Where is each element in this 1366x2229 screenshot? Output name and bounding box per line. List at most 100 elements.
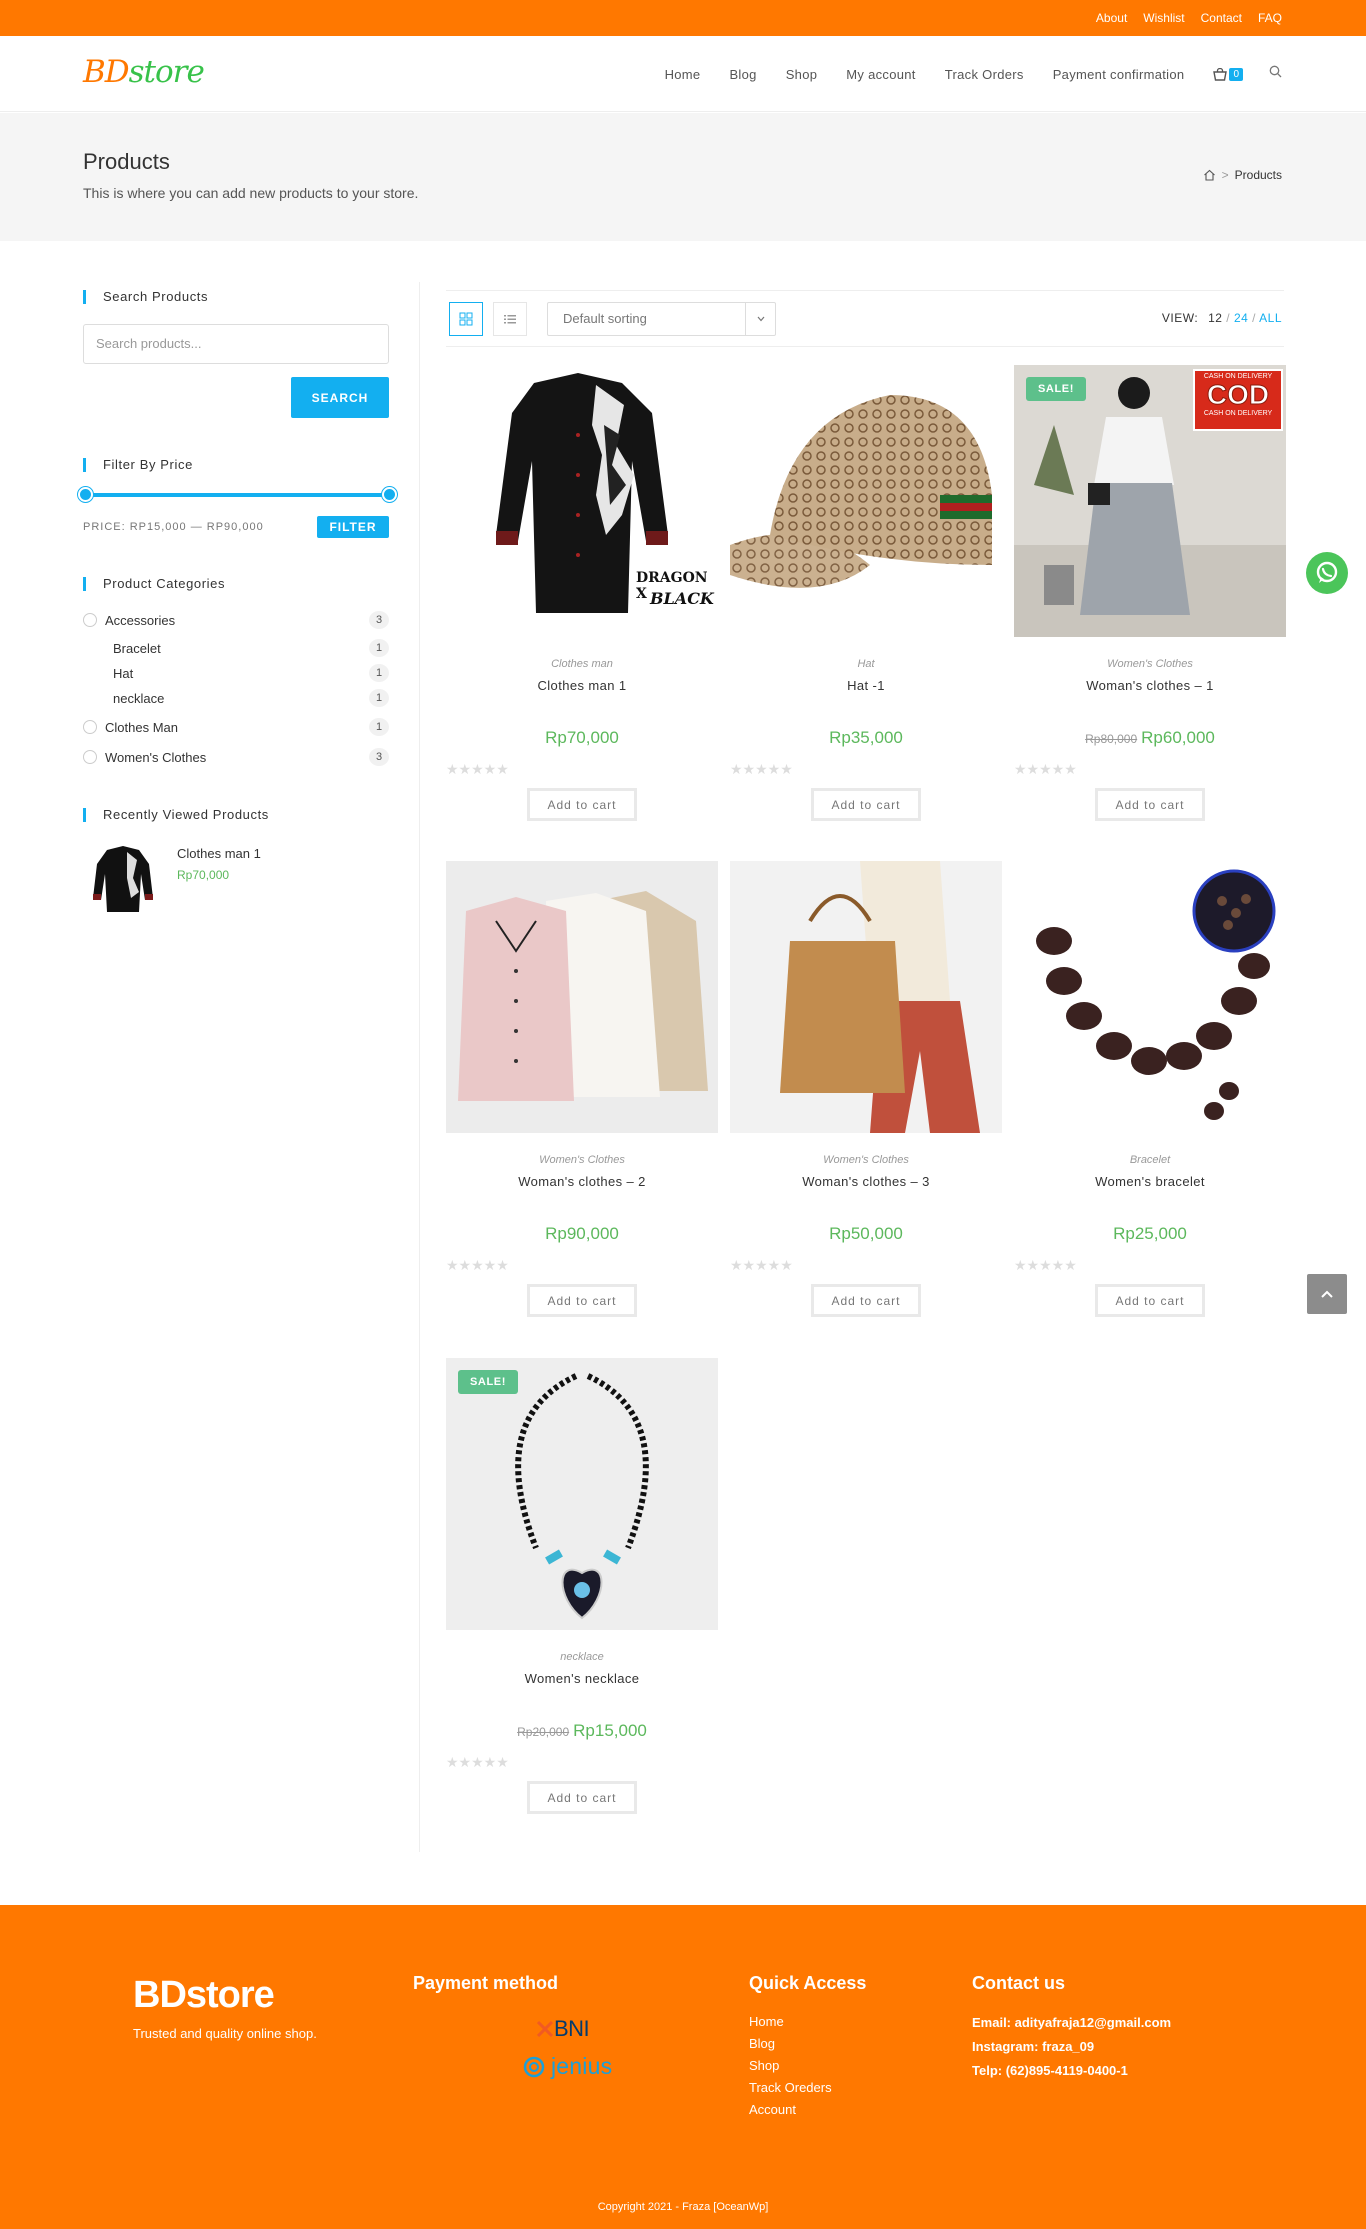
chevron-up-icon (1321, 1290, 1333, 1298)
view-12-option[interactable]: 12 (1208, 311, 1222, 325)
current-price: Rp60,000 (1141, 728, 1215, 747)
product-price: Rp25,000 (1014, 1224, 1286, 1244)
cart-button[interactable]: 0 (1213, 67, 1243, 81)
top-link-faq[interactable]: FAQ (1258, 11, 1282, 25)
product-category[interactable]: Women's Clothes (730, 1154, 1002, 1166)
current-price: Rp25,000 (1113, 1224, 1187, 1243)
view-24-option[interactable]: 24 (1234, 311, 1248, 325)
product-image[interactable]: CASH ON DELIVERY COD CASH ON DELIVERY SA… (1014, 365, 1286, 637)
sale-badge: SALE! (1026, 377, 1086, 401)
category-label: Hat (113, 665, 134, 681)
price-slider-max-handle[interactable] (382, 487, 397, 502)
necklace-image (446, 1358, 718, 1630)
site-logo[interactable]: BDstore (83, 54, 205, 90)
add-to-cart-button[interactable]: Add to cart (1095, 1284, 1205, 1317)
blouses-image (446, 861, 718, 1133)
sale-badge: SALE! (458, 1370, 518, 1394)
home-icon[interactable] (1203, 169, 1216, 181)
product-image[interactable]: SALE! (446, 1358, 718, 1630)
grid-view-icon (459, 312, 473, 326)
nav-track-orders[interactable]: Track Orders (945, 67, 1024, 82)
toolbar-border-top (446, 290, 1284, 291)
current-price: Rp90,000 (545, 1224, 619, 1243)
footer-logo[interactable]: BDstore (133, 1974, 275, 2017)
add-to-cart-button[interactable]: Add to cart (811, 788, 921, 821)
nav-blog[interactable]: Blog (729, 67, 756, 82)
footer-quick-links: Home Blog Shop Track Oreders Account (749, 2011, 832, 2121)
product-card: Hat Hat -1 Rp35,000 ★★★★★ Add to cart (730, 365, 1002, 821)
add-to-cart-button[interactable]: Add to cart (811, 1284, 921, 1317)
product-name[interactable]: Woman's clothes – 2 (446, 1174, 718, 1189)
image-caption-black: BLACK (650, 589, 714, 608)
back-to-top-button[interactable] (1307, 1274, 1347, 1314)
price-slider-min-handle[interactable] (78, 487, 93, 502)
product-name[interactable]: Woman's clothes – 3 (730, 1174, 1002, 1189)
footer-link-home[interactable]: Home (749, 2011, 832, 2033)
product-category[interactable]: necklace (446, 1651, 718, 1663)
cod-badge-main: COD (1206, 379, 1270, 410)
recent-product-name[interactable]: Clothes man 1 (177, 846, 261, 861)
nav-my-account[interactable]: My account (846, 67, 915, 82)
cart-icon (1213, 67, 1228, 81)
search-products-input[interactable]: Search products... (83, 324, 389, 364)
top-link-about[interactable]: About (1096, 11, 1127, 25)
product-name[interactable]: Clothes man 1 (446, 678, 718, 693)
list-view-button[interactable] (493, 302, 527, 336)
jenius-logo: jenius (522, 2053, 612, 2080)
product-category[interactable]: Women's Clothes (1014, 658, 1286, 670)
product-category[interactable]: Women's Clothes (446, 1154, 718, 1166)
nav-payment-confirmation[interactable]: Payment confirmation (1053, 67, 1185, 82)
product-category[interactable]: Clothes man (446, 658, 718, 670)
product-image[interactable] (730, 861, 1002, 1133)
category-item-accessories[interactable]: Accessories 3 (83, 609, 389, 631)
add-to-cart-button[interactable]: Add to cart (527, 1284, 637, 1317)
footer-link-shop[interactable]: Shop (749, 2055, 832, 2077)
filter-button[interactable]: FILTER (317, 516, 389, 538)
breadcrumb-separator-icon: > (1221, 168, 1229, 182)
category-item-bracelet[interactable]: Bracelet 1 (83, 637, 389, 659)
top-link-contact[interactable]: Contact (1201, 11, 1242, 25)
logo-part-store: store (128, 54, 205, 90)
footer-link-blog[interactable]: Blog (749, 2033, 832, 2055)
product-image[interactable]: DRAGON X BLACK (446, 365, 718, 637)
product-name[interactable]: Woman's clothes – 1 (1014, 678, 1286, 693)
view-all-option[interactable]: ALL (1259, 311, 1282, 325)
search-button[interactable]: SEARCH (291, 377, 389, 418)
product-category[interactable]: Hat (730, 658, 1002, 670)
footer-link-account[interactable]: Account (749, 2099, 832, 2121)
product-name[interactable]: Women's bracelet (1014, 1174, 1286, 1189)
top-link-wishlist[interactable]: Wishlist (1143, 11, 1184, 25)
add-to-cart-button[interactable]: Add to cart (527, 788, 637, 821)
nav-home[interactable]: Home (665, 67, 701, 82)
category-item-clothes-man[interactable]: Clothes Man 1 (83, 716, 389, 738)
whatsapp-button[interactable] (1306, 552, 1348, 594)
category-item-womens-clothes[interactable]: Women's Clothes 3 (83, 746, 389, 768)
nav-shop[interactable]: Shop (786, 67, 818, 82)
star-rating-icon: ★★★★★ (446, 1258, 509, 1273)
footer-contact-info: Email: adityafraja12@gmail.com Instagram… (972, 2011, 1171, 2083)
category-item-necklace[interactable]: necklace 1 (83, 687, 389, 709)
footer-link-track-orders[interactable]: Track Oreders (749, 2077, 832, 2099)
product-image[interactable] (730, 365, 1002, 637)
logo-part-bd: BD (83, 54, 130, 90)
category-label: Bracelet (113, 640, 161, 656)
product-image[interactable] (1014, 861, 1286, 1133)
category-count: 3 (369, 748, 389, 766)
product-image[interactable] (446, 861, 718, 1133)
sort-dropdown[interactable]: Default sorting (547, 302, 776, 336)
category-item-hat[interactable]: Hat 1 (83, 662, 389, 684)
widget-title-categories: Product Categories (83, 577, 225, 591)
price-range-label: PRICE: RP15,000 — RP90,000 (83, 521, 264, 533)
current-price: Rp70,000 (545, 728, 619, 747)
product-name[interactable]: Hat -1 (730, 678, 1002, 693)
grid-view-button[interactable] (449, 302, 483, 336)
product-name[interactable]: Women's necklace (446, 1671, 718, 1686)
add-to-cart-button[interactable]: Add to cart (527, 1781, 637, 1814)
recent-product-thumbnail[interactable] (83, 838, 163, 918)
tote-bag-image (730, 861, 1002, 1133)
add-to-cart-button[interactable]: Add to cart (1095, 788, 1205, 821)
product-card: CASH ON DELIVERY COD CASH ON DELIVERY SA… (1014, 365, 1286, 821)
price-slider-track[interactable] (85, 493, 389, 497)
header-search-button[interactable] (1269, 65, 1282, 83)
product-category[interactable]: Bracelet (1014, 1154, 1286, 1166)
